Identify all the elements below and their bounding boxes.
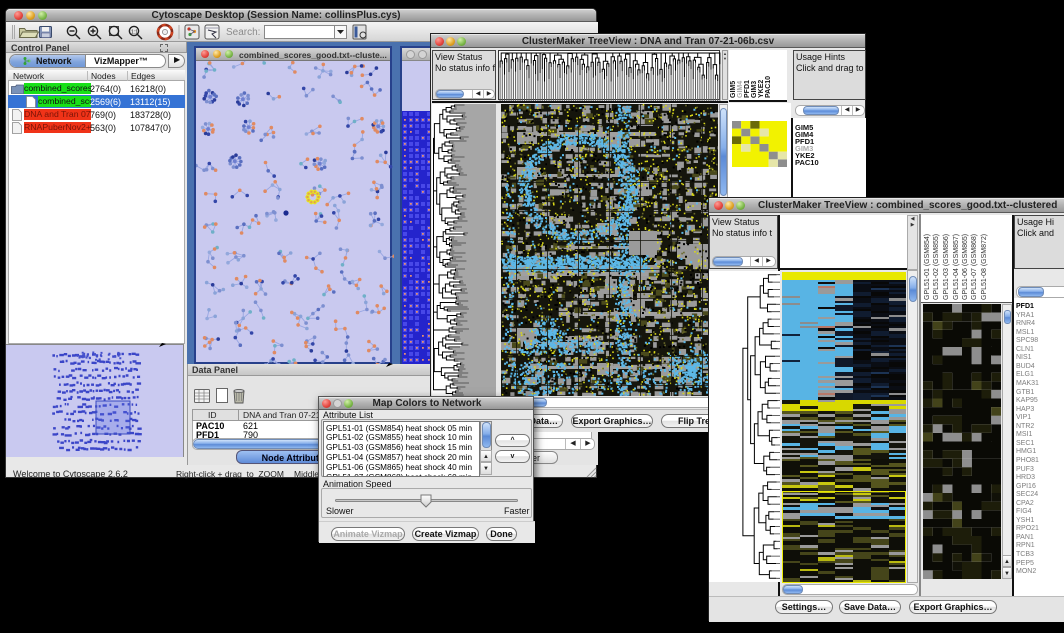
svg-text:Search:: Search: bbox=[226, 27, 260, 38]
svg-text:1:1: 1:1 bbox=[131, 30, 138, 36]
